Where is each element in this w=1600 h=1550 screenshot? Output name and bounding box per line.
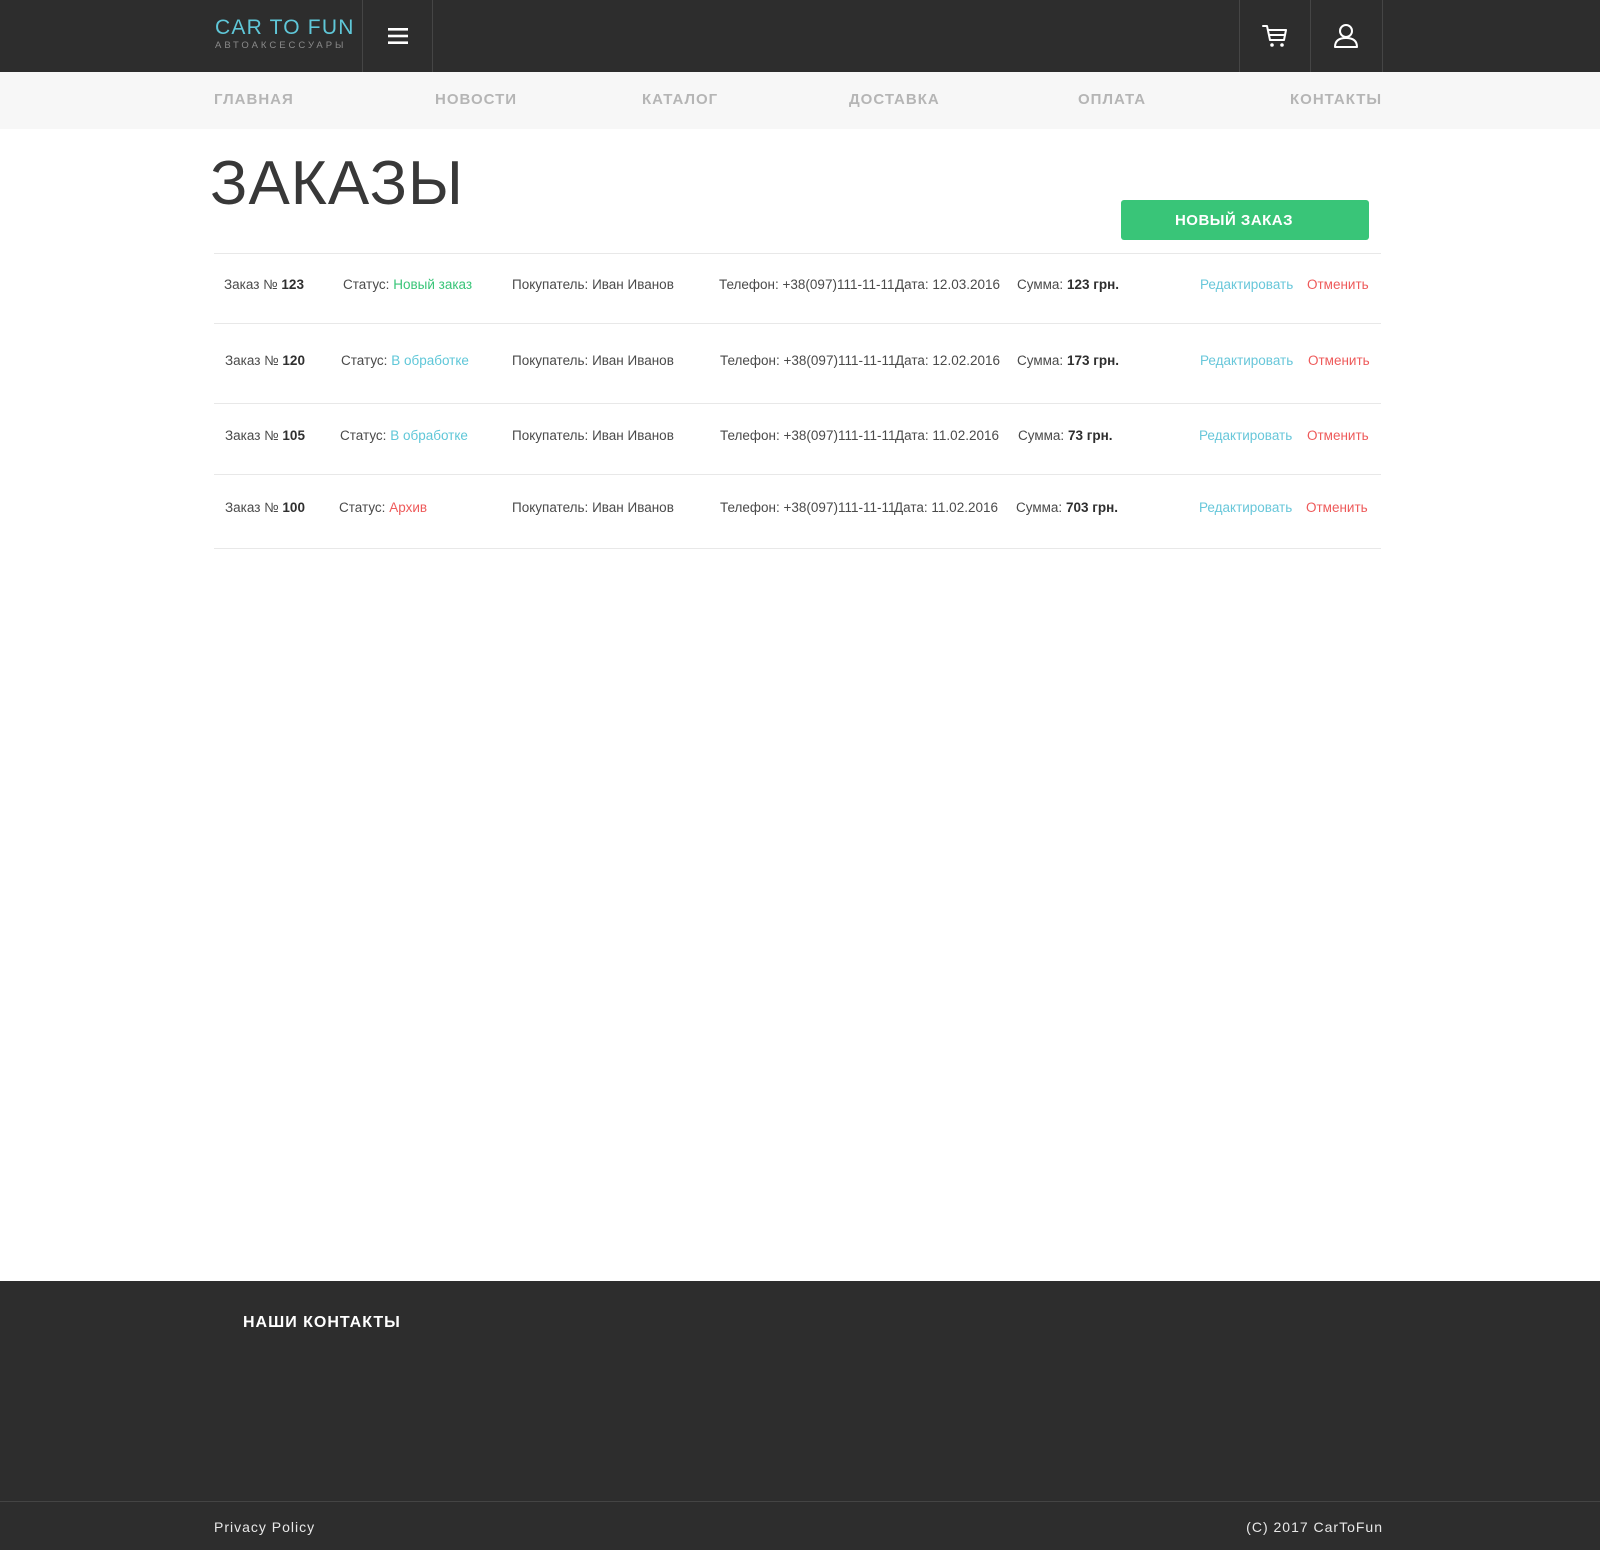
order-date: Дата: 11.02.2016 [895, 428, 999, 443]
order-sum: Сумма: 173 грн. [1017, 353, 1119, 368]
footer-divider [0, 1501, 1600, 1502]
nav-item-delivery[interactable]: ДОСТАВКА [849, 91, 940, 108]
order-sum: Сумма: 703 грн. [1016, 500, 1118, 515]
row-divider [214, 403, 1381, 404]
row-divider [214, 253, 1381, 254]
cart-button[interactable] [1240, 0, 1310, 72]
top-header: CAR TO FUN АВТОАКСЕССУАРЫ [0, 0, 1600, 72]
cancel-link[interactable]: Отменить [1306, 500, 1368, 515]
logo-title: CAR TO FUN [215, 16, 355, 39]
edit-link[interactable]: Редактировать [1200, 277, 1293, 292]
order-buyer: Покупатель: Иван Иванов [512, 500, 674, 515]
edit-link[interactable]: Редактировать [1199, 428, 1292, 443]
order-date: Дата: 12.03.2016 [895, 277, 1000, 292]
footer: НАШИ КОНТАКТЫ Privacy Policy (C) 2017 Ca… [0, 1281, 1600, 1550]
row-divider [214, 323, 1381, 324]
menu-button[interactable] [363, 0, 433, 72]
page-title: ЗАКАЗЫ [210, 149, 464, 218]
order-phone: Телефон: +38(097)111-11-11 [719, 277, 895, 292]
order-buyer: Покупатель: Иван Иванов [512, 428, 674, 443]
edit-link[interactable]: Редактировать [1200, 353, 1293, 368]
hamburger-icon [388, 28, 408, 44]
order-sum: Сумма: 123 грн. [1017, 277, 1119, 292]
edit-link[interactable]: Редактировать [1199, 500, 1292, 515]
copyright: (C) 2017 CarToFun [1246, 1519, 1383, 1535]
new-order-button[interactable]: НОВЫЙ ЗАКАЗ [1121, 200, 1369, 240]
order-phone: Телефон: +38(097)111-11-11 [720, 353, 896, 368]
nav-item-catalog[interactable]: КАТАЛОГ [642, 91, 718, 108]
order-phone: Телефон: +38(097)111-11-11 [720, 428, 896, 443]
nav-item-news[interactable]: НОВОСТИ [435, 91, 517, 108]
order-status: Статус: Архив [339, 500, 428, 515]
order-sum: Сумма: 73 грн. [1018, 428, 1113, 443]
order-status: Статус: В обработке [341, 353, 469, 368]
order-number: Заказ № 105 [225, 428, 305, 443]
logo[interactable]: CAR TO FUN АВТОАКСЕССУАРЫ [215, 16, 355, 51]
order-buyer: Покупатель: Иван Иванов [512, 277, 674, 292]
user-button[interactable] [1311, 0, 1381, 72]
cancel-link[interactable]: Отменить [1308, 353, 1370, 368]
main-nav: ГЛАВНАЯ НОВОСТИ КАТАЛОГ ДОСТАВКА ОПЛАТА … [0, 72, 1600, 129]
order-number: Заказ № 120 [225, 353, 305, 368]
cancel-link[interactable]: Отменить [1307, 428, 1369, 443]
header-divider [432, 0, 433, 72]
order-status: Статус: В обработке [340, 428, 468, 443]
nav-item-payment[interactable]: ОПЛАТА [1078, 91, 1146, 108]
logo-subtitle: АВТОАКСЕССУАРЫ [215, 40, 347, 51]
order-date: Дата: 11.02.2016 [894, 500, 998, 515]
row-divider [214, 474, 1381, 475]
order-number: Заказ № 100 [225, 500, 305, 515]
order-number: Заказ № 123 [224, 277, 304, 292]
header-divider [1382, 0, 1383, 72]
order-buyer: Покупатель: Иван Иванов [512, 353, 674, 368]
nav-item-home[interactable]: ГЛАВНАЯ [214, 91, 294, 108]
row-divider [214, 548, 1381, 549]
nav-item-contacts[interactable]: КОНТАКТЫ [1290, 91, 1382, 108]
user-icon [1334, 24, 1358, 48]
cart-icon [1262, 25, 1287, 47]
order-status: Статус: Новый заказ [343, 277, 473, 292]
cancel-link[interactable]: Отменить [1307, 277, 1369, 292]
order-date: Дата: 12.02.2016 [895, 353, 1000, 368]
order-phone: Телефон: +38(097)111-11-11 [720, 500, 896, 515]
footer-heading: НАШИ КОНТАКТЫ [243, 1314, 401, 1331]
privacy-policy-link[interactable]: Privacy Policy [214, 1519, 315, 1535]
